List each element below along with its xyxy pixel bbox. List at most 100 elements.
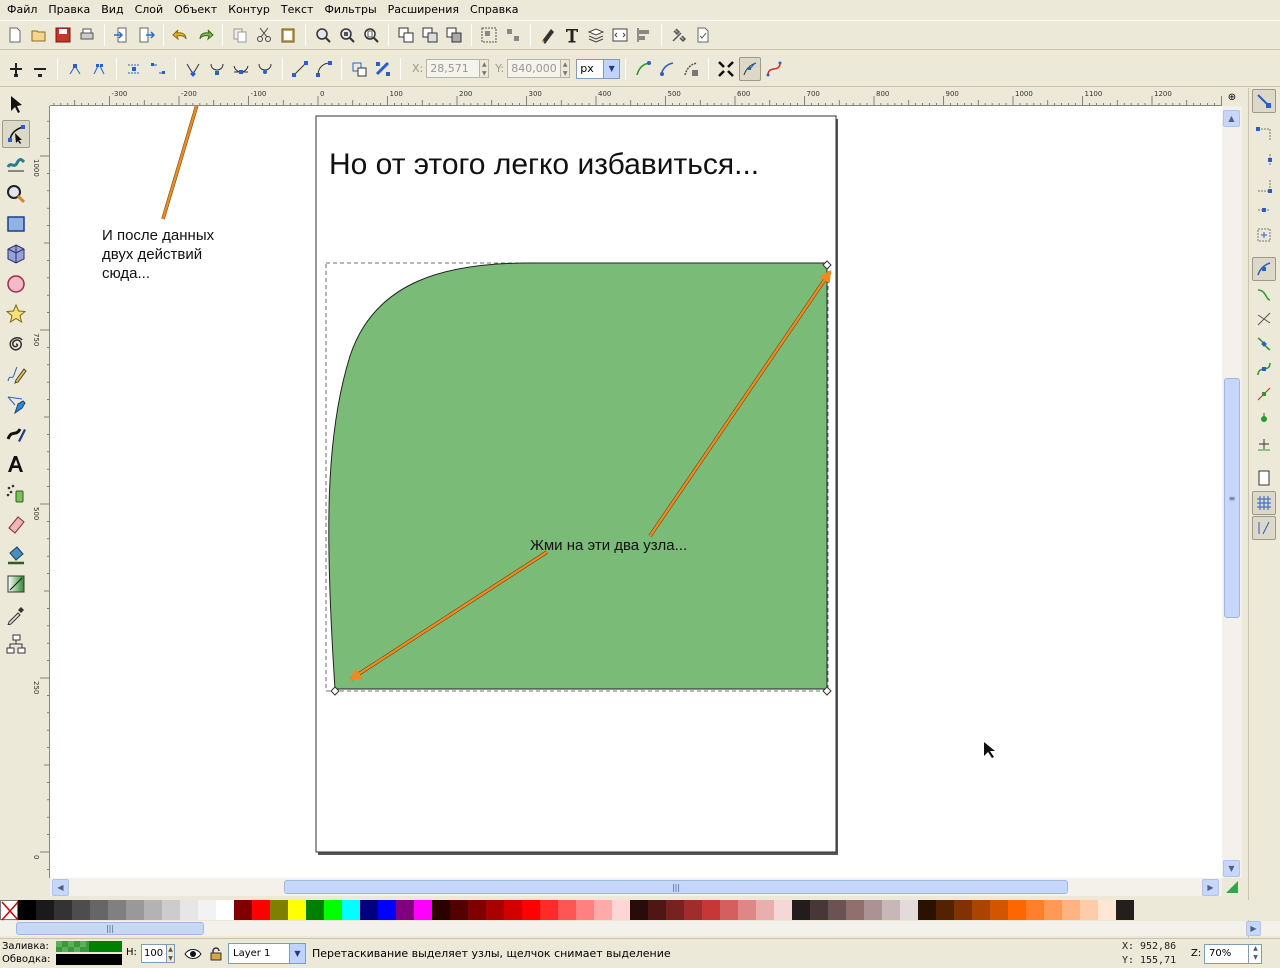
show-path-outline-icon[interactable] <box>763 57 785 81</box>
object-to-path-icon[interactable] <box>348 57 370 81</box>
color-swatch[interactable] <box>1008 900 1026 920</box>
color-swatch[interactable] <box>882 900 900 920</box>
color-swatch[interactable] <box>54 900 72 920</box>
color-swatch[interactable] <box>108 900 126 920</box>
snap-bbox-midpoint-icon[interactable] <box>1252 198 1276 222</box>
color-swatch[interactable] <box>594 900 612 920</box>
insert-node-icon[interactable] <box>5 57 27 81</box>
scroll-down-icon[interactable]: ▼ <box>1223 860 1240 877</box>
align-distribute-icon[interactable] <box>633 23 655 47</box>
color-swatch[interactable] <box>666 900 684 920</box>
tweak-tool-icon[interactable] <box>2 150 30 178</box>
color-managed-view-icon[interactable] <box>1222 878 1242 896</box>
color-swatch[interactable] <box>90 900 108 920</box>
export-icon[interactable] <box>135 23 157 47</box>
menu-file[interactable]: Файл <box>2 0 43 20</box>
segment-curve-icon[interactable] <box>313 57 335 81</box>
color-swatch[interactable] <box>180 900 198 920</box>
node-auto-smooth-icon[interactable] <box>254 57 276 81</box>
y-coordinate-input[interactable]: 840,000 <box>507 59 562 78</box>
color-swatch[interactable] <box>360 900 378 920</box>
color-swatch[interactable] <box>864 900 882 920</box>
layer-select[interactable]: Layer 1 ▼ <box>228 943 306 964</box>
color-swatch[interactable] <box>198 900 216 920</box>
join-nodes-icon[interactable] <box>64 57 86 81</box>
delete-segment-icon[interactable] <box>147 57 169 81</box>
eye-icon[interactable] <box>182 944 204 964</box>
paste-icon[interactable] <box>277 23 299 47</box>
node-smooth-icon[interactable] <box>206 57 228 81</box>
palette-scroll-thumb[interactable]: ||| <box>16 922 204 935</box>
menu-help[interactable]: Справка <box>465 0 524 20</box>
color-swatch[interactable] <box>306 900 324 920</box>
segment-line-icon[interactable] <box>289 57 311 81</box>
document-properties-icon[interactable] <box>692 23 714 47</box>
snap-bbox-edge-icon[interactable] <box>1252 148 1276 172</box>
color-swatch[interactable] <box>1044 900 1062 920</box>
vertical-scroll-thumb[interactable]: ≡ <box>1224 378 1240 618</box>
eraser-tool-icon[interactable] <box>2 510 30 538</box>
node-cusp-icon[interactable] <box>182 57 204 81</box>
dropper-tool-icon[interactable] <box>2 600 30 628</box>
color-swatch[interactable] <box>720 900 738 920</box>
scroll-left-icon[interactable]: ◀ <box>52 879 69 896</box>
color-swatch[interactable] <box>252 900 270 920</box>
menu-layer[interactable]: Слой <box>130 0 170 20</box>
color-swatch[interactable] <box>810 900 828 920</box>
show-handles-icon[interactable] <box>739 56 762 81</box>
snap-bbox-icon[interactable] <box>1252 123 1276 147</box>
selector-tool-icon[interactable] <box>2 90 30 118</box>
clone-icon[interactable] <box>419 23 441 47</box>
color-swatch[interactable] <box>972 900 990 920</box>
next-path-effect-icon[interactable] <box>632 57 654 81</box>
color-swatch[interactable] <box>36 900 54 920</box>
layers-icon[interactable] <box>585 23 607 47</box>
color-swatch[interactable] <box>342 900 360 920</box>
paint-bucket-tool-icon[interactable] <box>2 540 30 568</box>
zoom-page-icon[interactable] <box>360 23 382 47</box>
zoom-corner-icon[interactable]: ⊕ <box>1222 88 1242 106</box>
color-swatch[interactable] <box>918 900 936 920</box>
gradient-tool-icon[interactable] <box>2 570 30 598</box>
color-swatch[interactable] <box>18 900 36 920</box>
color-swatch[interactable] <box>270 900 288 920</box>
save-icon[interactable] <box>52 23 74 47</box>
color-swatch[interactable] <box>990 900 1008 920</box>
zoom-tool-icon[interactable] <box>2 180 30 208</box>
horizontal-scroll-thumb[interactable]: ||| <box>284 880 1068 894</box>
rectangle-tool-icon[interactable] <box>2 210 30 238</box>
calligraphy-tool-icon[interactable] <box>2 420 30 448</box>
color-swatch[interactable] <box>612 900 630 920</box>
snap-grid-icon[interactable] <box>1252 491 1276 515</box>
stroke-width-value[interactable]: 1 <box>116 954 122 965</box>
color-swatch[interactable] <box>630 900 648 920</box>
snap-midpoint-icon[interactable] <box>1252 382 1276 406</box>
unlink-clone-icon[interactable] <box>443 23 465 47</box>
text-font-icon[interactable] <box>561 23 583 47</box>
cut-icon[interactable] <box>253 23 275 47</box>
snap-rotation-center-icon[interactable] <box>1252 432 1276 456</box>
break-path-icon[interactable] <box>88 57 110 81</box>
join-segment-icon[interactable] <box>123 57 145 81</box>
color-swatch[interactable] <box>1062 900 1080 920</box>
menu-path[interactable]: Контур <box>223 0 276 20</box>
color-swatch[interactable] <box>558 900 576 920</box>
undo-icon[interactable] <box>170 23 192 47</box>
xml-editor-icon[interactable] <box>609 23 631 47</box>
copy-icon[interactable] <box>229 23 251 47</box>
3d-box-tool-icon[interactable] <box>2 240 30 268</box>
unit-select[interactable]: px ▼ <box>576 58 621 79</box>
lock-icon[interactable] <box>206 944 226 964</box>
snap-enable-icon[interactable] <box>1252 89 1276 113</box>
text-tool-icon[interactable] <box>2 450 30 478</box>
x-coordinate-input[interactable]: 28,571 <box>426 59 481 78</box>
color-swatch[interactable] <box>738 900 756 920</box>
print-icon[interactable] <box>76 23 98 47</box>
pencil-tool-icon[interactable] <box>2 360 30 388</box>
color-swatch[interactable] <box>756 900 774 920</box>
scroll-right-icon[interactable]: ▶ <box>1202 879 1219 896</box>
color-swatch[interactable] <box>504 900 522 920</box>
color-swatch[interactable] <box>846 900 864 920</box>
redo-icon[interactable] <box>194 23 216 47</box>
color-swatch[interactable] <box>288 900 306 920</box>
